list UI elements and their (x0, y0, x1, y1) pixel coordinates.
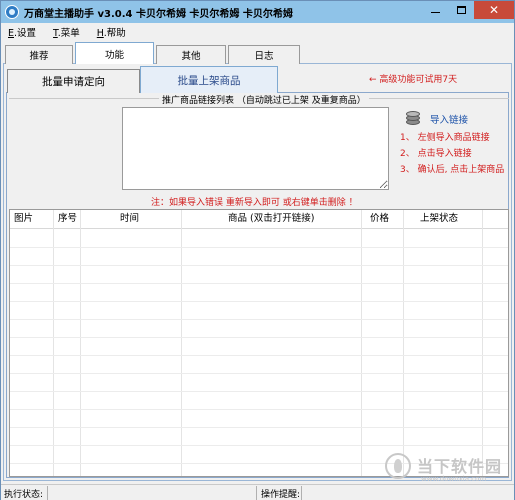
menu-menu-label: .菜单 (57, 28, 80, 39)
column-divider (361, 210, 362, 476)
table-row-line (10, 283, 508, 284)
outer-tab-strip: 推荐 功能 其他 日志 (5, 42, 302, 64)
table-row-line (10, 355, 508, 356)
product-links-textarea[interactable] (122, 107, 389, 190)
menu-settings[interactable]: E.设置 (8, 25, 36, 39)
window-title: 万商堂主播助手 v3.0.4 卡贝尔希姆 卡贝尔希姆 卡贝尔希姆 (24, 8, 293, 20)
exec-status-label: 执行状态: (4, 490, 44, 500)
step-1: 1、 左侧导入商品链接 (400, 133, 490, 143)
watermark: 当下软件园 www.downxia.com (385, 451, 505, 487)
title-bar: 万商堂主播助手 v3.0.4 卡贝尔希姆 卡贝尔希姆 卡贝尔希姆 ✕ (1, 1, 514, 23)
link-list-group-title: 推广商品链接列表 （自动跳过已上架 及重复商品） (159, 93, 369, 106)
table-row-line (10, 265, 508, 266)
menu-help-label: .帮助 (103, 28, 126, 39)
import-links-button[interactable]: 导入链接 (404, 111, 468, 127)
window-controls: ✕ (422, 1, 514, 21)
col-product[interactable]: 商品 (双击打开链接) (228, 210, 314, 229)
table-row-line (10, 409, 508, 410)
column-divider (53, 210, 54, 476)
col-time[interactable]: 时间 (120, 210, 139, 229)
advanced-feature-hint: ← 高级功能可试用7天 (369, 75, 458, 85)
minimize-button[interactable] (422, 1, 448, 19)
import-warning-text: 注：如果导入错误 重新导入即可 或右键单击删除 ！ (151, 198, 358, 208)
col-index[interactable]: 序号 (58, 210, 77, 229)
menu-menu[interactable]: T.菜单 (53, 25, 80, 39)
col-price[interactable]: 价格 (370, 210, 389, 229)
tab-batch-apply-direction[interactable]: 批量申请定向 (7, 69, 140, 93)
menu-help[interactable]: H.帮助 (97, 25, 126, 39)
database-icon (404, 111, 424, 127)
maximize-button[interactable] (448, 1, 474, 19)
tab-log[interactable]: 日志 (228, 45, 300, 64)
col-listing-status[interactable]: 上架状态 (420, 210, 458, 229)
menu-bar: E.设置 T.菜单 H.帮助 (1, 23, 514, 41)
step-3: 3、 确认后, 点击上架商品 (400, 165, 505, 175)
import-links-label: 导入链接 (430, 115, 469, 126)
watermark-brand: 当下软件园 (417, 457, 503, 476)
table-header: 图片 序号 时间 商品 (双击打开链接) 价格 上架状态 (10, 210, 508, 229)
minimize-icon (430, 11, 440, 13)
op-reminder-label: 操作提醒: (261, 490, 301, 500)
tab-features[interactable]: 功能 (75, 42, 154, 64)
status-divider (301, 486, 302, 500)
table-row-line (10, 391, 508, 392)
status-divider (47, 486, 48, 500)
close-icon: ✕ (488, 3, 500, 17)
table-row-line (10, 337, 508, 338)
watermark-url: www.downxia.com (421, 475, 487, 483)
table-row-line (10, 319, 508, 320)
instruction-steps: 1、 左侧导入商品链接 2、 点击导入链接 3、 确认后, 点击上架商品 (400, 133, 504, 181)
close-button[interactable]: ✕ (474, 1, 514, 19)
col-image[interactable]: 图片 (14, 210, 33, 229)
table-row-line (10, 301, 508, 302)
product-table[interactable]: 图片 序号 时间 商品 (双击打开链接) 价格 上架状态 (9, 209, 509, 477)
maximize-icon (456, 6, 466, 14)
table-row-line (10, 373, 508, 374)
step-2: 2、 点击导入链接 (400, 149, 472, 159)
table-row-line (10, 445, 508, 446)
status-divider (256, 486, 257, 500)
tab-other[interactable]: 其他 (156, 45, 226, 64)
table-row-line (10, 247, 508, 248)
watermark-logo-icon (385, 453, 411, 479)
main-window: 万商堂主播助手 v3.0.4 卡贝尔希姆 卡贝尔希姆 卡贝尔希姆 ✕ E.设置 … (0, 0, 515, 500)
tab-batch-list-products[interactable]: 批量上架商品 (140, 66, 278, 93)
table-row-line (10, 427, 508, 428)
tab-recommend[interactable]: 推荐 (5, 45, 73, 64)
menu-settings-label: .设置 (14, 28, 37, 39)
inner-tab-strip: 批量申请定向 批量上架商品 (7, 66, 278, 93)
column-divider (482, 210, 483, 476)
app-logo-icon (5, 5, 19, 19)
column-divider (80, 210, 81, 476)
column-divider (403, 210, 404, 476)
column-divider (181, 210, 182, 476)
menu-help-key: H (96, 28, 104, 39)
